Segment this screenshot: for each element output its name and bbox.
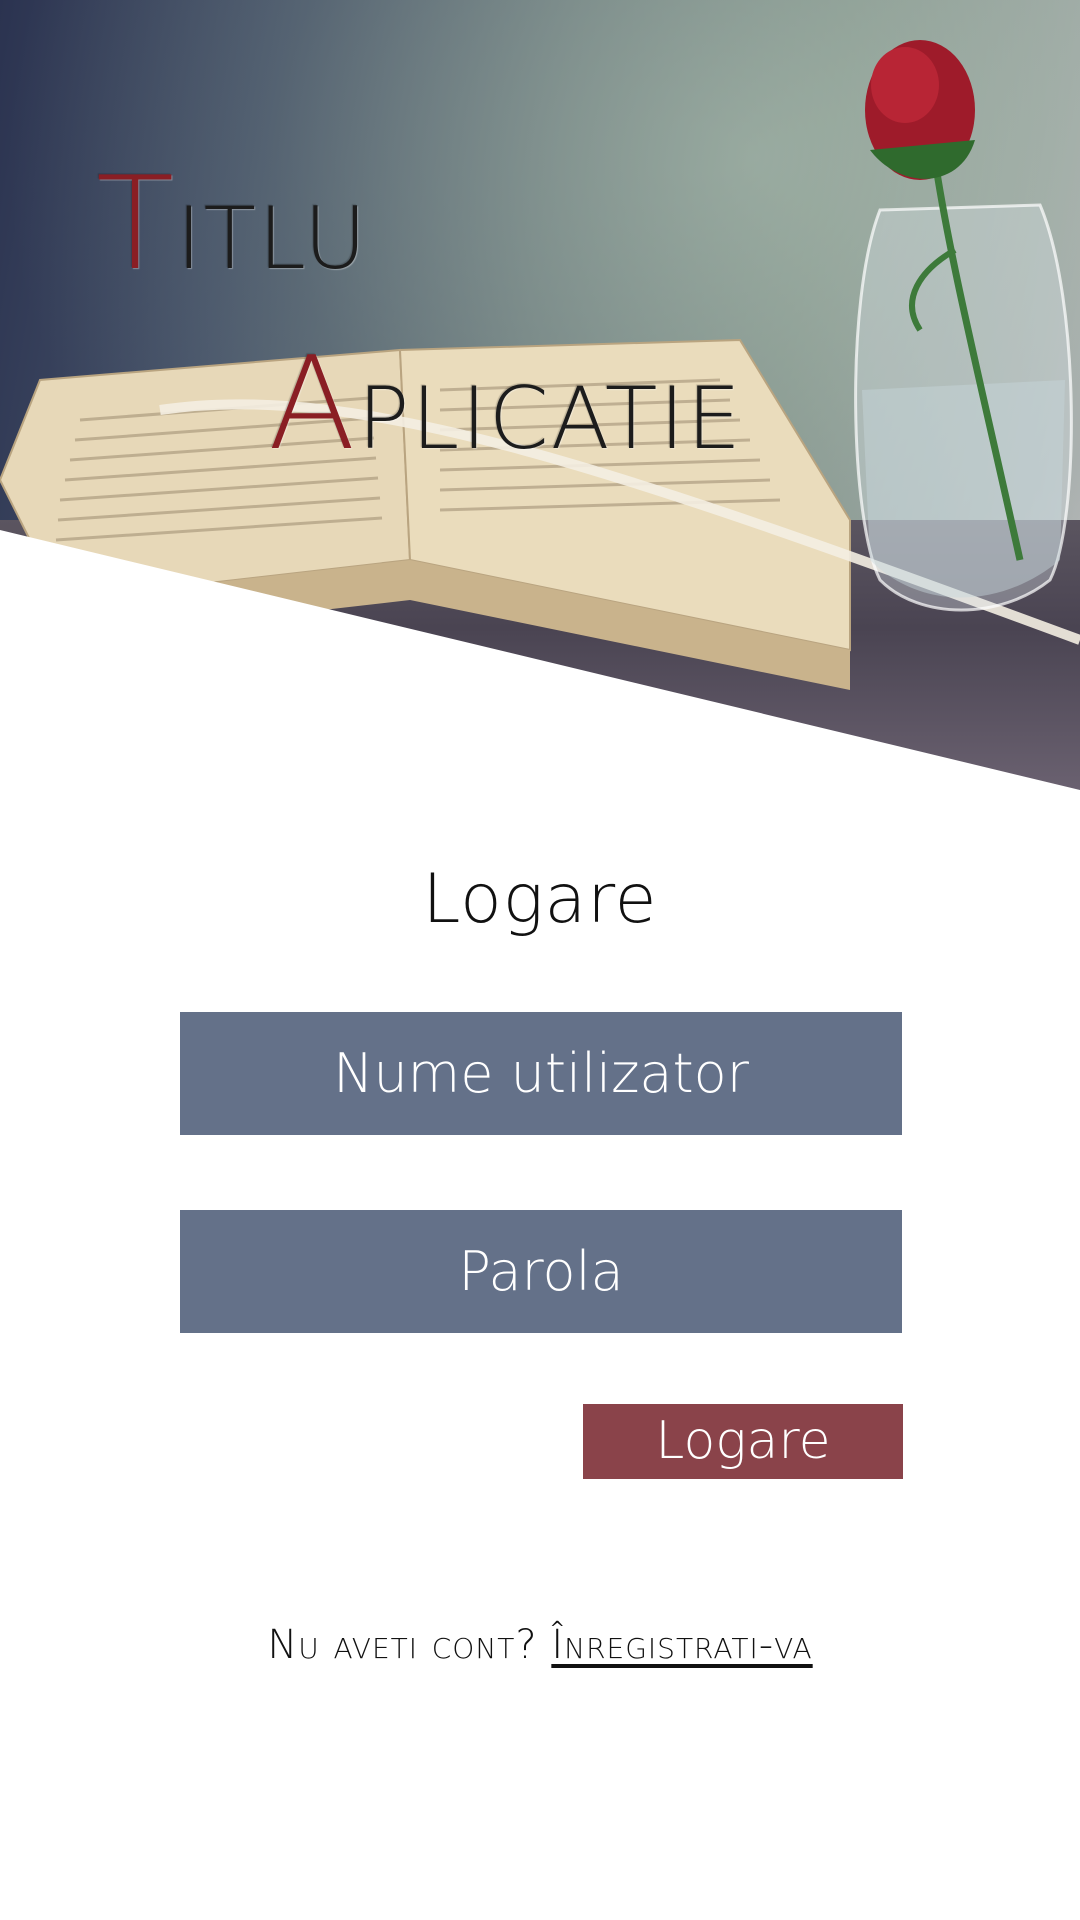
username-field[interactable]: [180, 1012, 902, 1135]
title-initial-a: A: [268, 330, 358, 479]
password-field[interactable]: [180, 1210, 902, 1333]
signup-prompt-text: Nu aveti cont?: [267, 1622, 538, 1668]
signup-prompt-line: Nu aveti cont? Înregistrati-va: [0, 1622, 1080, 1668]
login-button[interactable]: Logare: [583, 1404, 903, 1479]
hero-banner: TITLU APLICATIE: [0, 0, 1080, 790]
title-rest-itlu: ITLU: [176, 189, 369, 289]
app-title-line-2: APLICATIE: [268, 340, 743, 502]
title-initial-t: T: [96, 150, 177, 299]
title-rest-plicatie: PLICATIE: [357, 369, 744, 469]
login-heading: Logare: [422, 860, 658, 939]
app-title-line-1: TITLU: [96, 160, 369, 322]
register-link[interactable]: Înregistrati-va: [551, 1622, 812, 1668]
